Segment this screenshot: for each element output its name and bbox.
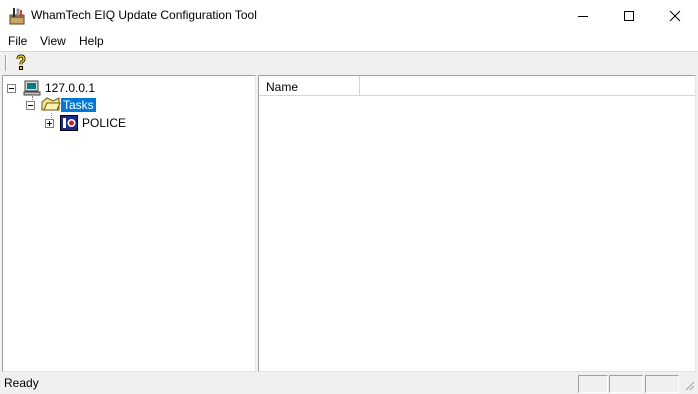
status-panel (645, 375, 679, 393)
collapse-icon[interactable] (26, 101, 35, 110)
list-view[interactable]: Name (258, 75, 696, 372)
tools-box-icon (8, 7, 26, 25)
column-header-empty[interactable] (360, 76, 695, 96)
tree-node-police[interactable]: POLICE (45, 115, 165, 131)
toolbar-grip (5, 55, 6, 71)
close-icon (669, 10, 681, 21)
window-title: WhamTech EIQ Update Configuration Tool (31, 8, 257, 22)
column-header-name[interactable]: Name (259, 76, 360, 96)
tree-node-label: 127.0.0.1 (45, 81, 96, 95)
maximize-icon (624, 10, 634, 21)
menu-view[interactable]: View (40, 34, 66, 48)
close-button[interactable] (652, 0, 698, 31)
status-panel (578, 375, 608, 393)
resize-grip-icon[interactable] (684, 380, 695, 394)
menu-file[interactable]: File (8, 34, 27, 48)
expand-icon[interactable] (45, 119, 54, 128)
menu-bar: File View Help (0, 31, 698, 51)
help-button[interactable] (12, 54, 30, 72)
eiq-task-icon (60, 115, 78, 134)
column-header-label: Name (266, 80, 299, 94)
tree-node-tasks[interactable]: Tasks (26, 97, 146, 113)
tree-node-host[interactable]: 127.0.0.1 (7, 80, 127, 96)
status-bar: Ready (0, 372, 698, 393)
tree-node-label: POLICE (82, 116, 127, 130)
menu-help[interactable]: Help (79, 34, 104, 48)
help-question-icon (16, 54, 26, 70)
toolbar (0, 51, 698, 75)
tree-view[interactable]: 127.0.0.1 Tasks POLICE (2, 75, 256, 372)
minimize-button[interactable] (560, 0, 606, 31)
maximize-button[interactable] (606, 0, 652, 31)
title-bar: WhamTech EIQ Update Configuration Tool (0, 0, 698, 31)
collapse-icon[interactable] (7, 84, 16, 93)
status-text: Ready (4, 376, 39, 390)
status-panel (609, 375, 643, 393)
tree-node-label: Tasks (61, 98, 96, 112)
minimize-icon (578, 15, 588, 17)
